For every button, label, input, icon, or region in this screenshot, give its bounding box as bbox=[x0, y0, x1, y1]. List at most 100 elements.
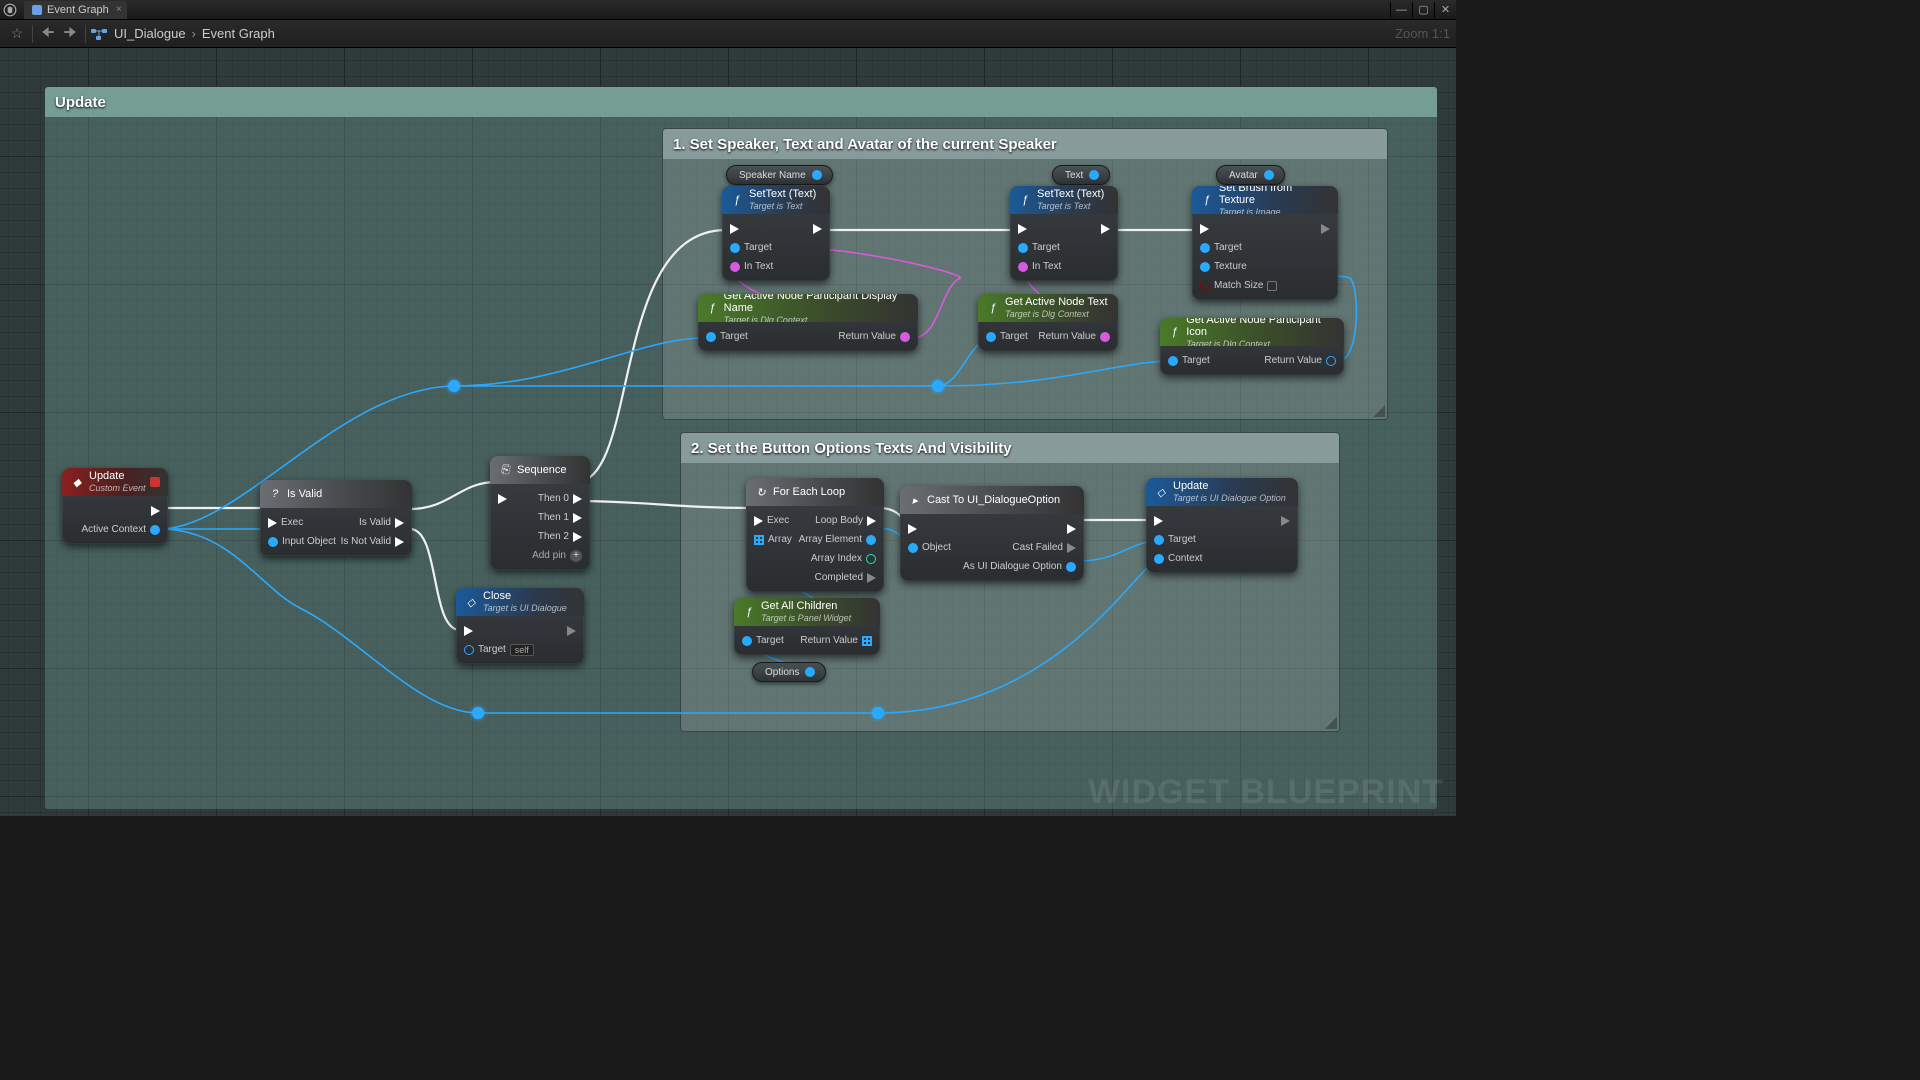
exec-out-pin[interactable] bbox=[573, 532, 582, 542]
exec-in-pin[interactable] bbox=[464, 626, 473, 636]
reroute-node[interactable] bbox=[872, 707, 884, 719]
object-in-pin[interactable] bbox=[1018, 243, 1028, 253]
checkbox[interactable] bbox=[1267, 281, 1277, 291]
node-update-event[interactable]: ◆ UpdateCustom Event Active Context bbox=[62, 468, 168, 544]
object-in-pin[interactable] bbox=[1154, 535, 1164, 545]
node-sequence[interactable]: ⎘ Sequence Then 0 Then 1 Then 2 Add pin+ bbox=[490, 456, 590, 570]
object-in-pin[interactable] bbox=[706, 332, 716, 342]
node-header[interactable]: ? Is Valid bbox=[260, 480, 412, 508]
node-header[interactable]: ƒSet Brush from TextureTarget is Image bbox=[1192, 186, 1338, 214]
node-header[interactable]: ◇UpdateTarget is UI Dialogue Option bbox=[1146, 478, 1298, 506]
tab-event-graph[interactable]: Event Graph × bbox=[24, 1, 127, 19]
node-header[interactable]: ◇ CloseTarget is UI Dialogue bbox=[456, 588, 584, 616]
resize-handle-icon[interactable] bbox=[1325, 717, 1337, 729]
exec-out-pin[interactable] bbox=[867, 573, 876, 583]
exec-out-pin[interactable] bbox=[1281, 516, 1290, 526]
object-out-pin[interactable] bbox=[1326, 356, 1336, 366]
array-out-pin[interactable] bbox=[862, 636, 872, 646]
variable-speaker-name[interactable]: Speaker Name bbox=[726, 165, 833, 185]
object-in-pin[interactable] bbox=[986, 332, 996, 342]
node-get-children[interactable]: ƒGet All ChildrenTarget is Panel Widget … bbox=[734, 598, 880, 655]
exec-in-pin[interactable] bbox=[1154, 516, 1163, 526]
object-out-pin[interactable] bbox=[1066, 562, 1076, 572]
exec-in-pin[interactable] bbox=[754, 516, 763, 526]
node-close[interactable]: ◇ CloseTarget is UI Dialogue Targetself bbox=[456, 588, 584, 664]
exec-out-pin[interactable] bbox=[573, 494, 582, 504]
node-for-each[interactable]: ↻For Each Loop ExecLoop Body ArrayArray … bbox=[746, 478, 884, 592]
node-header[interactable]: ◆ UpdateCustom Event bbox=[62, 468, 168, 496]
maximize-button[interactable]: ▢ bbox=[1412, 2, 1434, 18]
comment-title[interactable]: Update bbox=[45, 87, 1437, 117]
exec-in-pin[interactable] bbox=[1200, 224, 1209, 234]
breadcrumb-root[interactable]: UI_Dialogue bbox=[114, 26, 186, 41]
self-value[interactable]: self bbox=[510, 644, 534, 656]
exec-out-pin[interactable] bbox=[151, 506, 160, 516]
exec-out-pin[interactable] bbox=[1321, 224, 1330, 234]
node-set-brush[interactable]: ƒSet Brush from TextureTarget is Image T… bbox=[1192, 186, 1338, 300]
add-pin-button[interactable]: Add pin+ bbox=[498, 546, 582, 565]
node-header[interactable]: ƒGet Active Node Participant Display Nam… bbox=[698, 294, 918, 322]
node-header[interactable]: ƒGet Active Node Participant IconTarget … bbox=[1160, 318, 1344, 346]
comment-title[interactable]: 1. Set Speaker, Text and Avatar of the c… bbox=[663, 129, 1387, 159]
reroute-node[interactable] bbox=[932, 380, 944, 392]
exec-out-pin[interactable] bbox=[1067, 524, 1076, 534]
text-out-pin[interactable] bbox=[900, 332, 910, 342]
exec-out-pin[interactable] bbox=[395, 518, 404, 528]
exec-out-pin[interactable] bbox=[867, 516, 876, 526]
object-out-pin[interactable] bbox=[1089, 170, 1099, 180]
minimize-button[interactable]: — bbox=[1390, 2, 1412, 18]
node-get-name[interactable]: ƒGet Active Node Participant Display Nam… bbox=[698, 294, 918, 351]
object-in-pin[interactable] bbox=[1154, 554, 1164, 564]
node-header[interactable]: ƒGet All ChildrenTarget is Panel Widget bbox=[734, 598, 880, 626]
object-in-pin[interactable] bbox=[464, 645, 474, 655]
text-in-pin[interactable] bbox=[1018, 262, 1028, 272]
node-set-text-1[interactable]: ƒSetText (Text)Target is Text Target In … bbox=[722, 186, 830, 281]
object-out-pin[interactable] bbox=[812, 170, 822, 180]
node-get-text[interactable]: ƒGet Active Node TextTarget is Dlg Conte… bbox=[978, 294, 1118, 351]
node-header[interactable]: ƒSetText (Text)Target is Text bbox=[722, 186, 830, 214]
exec-in-pin[interactable] bbox=[268, 518, 277, 528]
node-header[interactable]: ↻For Each Loop bbox=[746, 478, 884, 506]
node-update-option[interactable]: ◇UpdateTarget is UI Dialogue Option Targ… bbox=[1146, 478, 1298, 573]
node-header[interactable]: ▸Cast To UI_DialogueOption bbox=[900, 486, 1084, 514]
nav-forward-icon[interactable]: 🠊 bbox=[59, 23, 81, 45]
node-header[interactable]: ⎘ Sequence bbox=[490, 456, 590, 484]
text-out-pin[interactable] bbox=[1100, 332, 1110, 342]
variable-options[interactable]: Options bbox=[752, 662, 826, 682]
object-in-pin[interactable] bbox=[1200, 262, 1210, 272]
node-set-text-2[interactable]: ƒSetText (Text)Target is Text Target In … bbox=[1010, 186, 1118, 281]
exec-out-pin[interactable] bbox=[813, 224, 822, 234]
object-out-pin[interactable] bbox=[805, 667, 815, 677]
bool-in-pin[interactable] bbox=[1200, 281, 1210, 291]
object-in-pin[interactable] bbox=[730, 243, 740, 253]
exec-in-pin[interactable] bbox=[1018, 224, 1027, 234]
exec-out-pin[interactable] bbox=[395, 537, 404, 547]
node-header[interactable]: ƒGet Active Node TextTarget is Dlg Conte… bbox=[978, 294, 1118, 322]
exec-out-pin[interactable] bbox=[573, 513, 582, 523]
node-header[interactable]: ƒSetText (Text)Target is Text bbox=[1010, 186, 1118, 214]
exec-out-pin[interactable] bbox=[567, 626, 576, 636]
reroute-node[interactable] bbox=[448, 380, 460, 392]
object-in-pin[interactable] bbox=[742, 636, 752, 646]
exec-in-pin[interactable] bbox=[908, 524, 917, 534]
resize-handle-icon[interactable] bbox=[1373, 405, 1385, 417]
int-out-pin[interactable] bbox=[866, 554, 876, 564]
node-is-valid[interactable]: ? Is Valid Exec Is Valid Input Object Is… bbox=[260, 480, 412, 556]
object-out-pin[interactable] bbox=[866, 535, 876, 545]
variable-text[interactable]: Text bbox=[1052, 165, 1110, 185]
nav-back-icon[interactable]: 🠈 bbox=[37, 23, 59, 45]
reroute-node[interactable] bbox=[472, 707, 484, 719]
exec-in-pin[interactable] bbox=[730, 224, 739, 234]
object-out-pin[interactable] bbox=[150, 525, 160, 535]
variable-avatar[interactable]: Avatar bbox=[1216, 165, 1285, 185]
exec-out-pin[interactable] bbox=[1101, 224, 1110, 234]
object-in-pin[interactable] bbox=[1200, 243, 1210, 253]
object-in-pin[interactable] bbox=[908, 543, 918, 553]
text-in-pin[interactable] bbox=[730, 262, 740, 272]
favorite-icon[interactable]: ☆ bbox=[6, 23, 28, 45]
array-in-pin[interactable] bbox=[754, 535, 764, 545]
graph-canvas[interactable]: Update 1. Set Speaker, Text and Avatar o… bbox=[0, 48, 1456, 816]
comment-title[interactable]: 2. Set the Button Options Texts And Visi… bbox=[681, 433, 1339, 463]
exec-out-pin[interactable] bbox=[1067, 543, 1076, 553]
delegate-pin-icon[interactable] bbox=[150, 477, 160, 487]
